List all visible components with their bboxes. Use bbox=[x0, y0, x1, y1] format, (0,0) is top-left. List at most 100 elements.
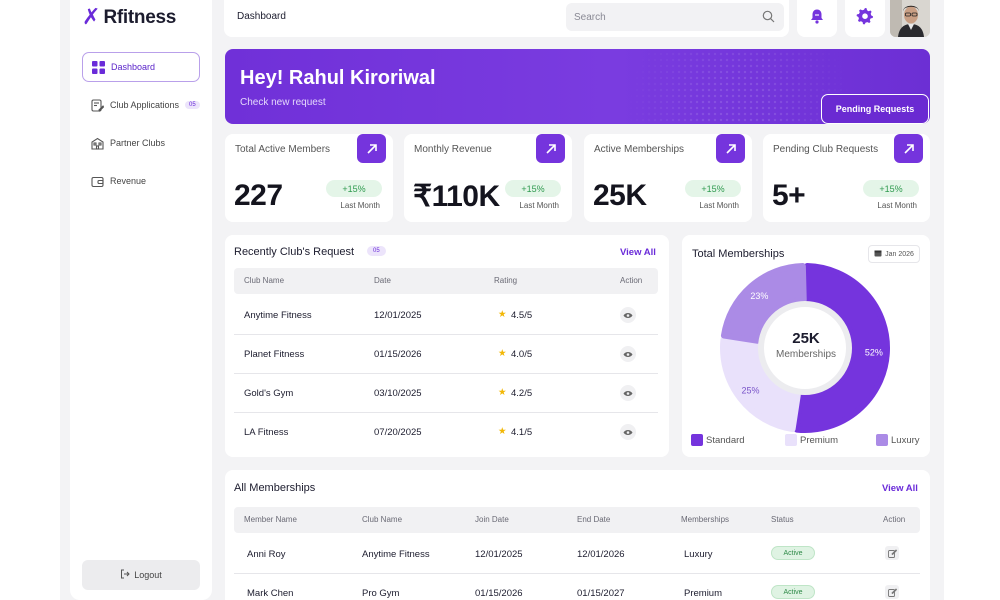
join-date: 12/01/2025 bbox=[475, 549, 523, 560]
arrow-up-right-icon[interactable] bbox=[357, 134, 386, 163]
donut-center: 25K Memberships bbox=[765, 330, 847, 360]
table-row[interactable]: Gold's Gym 03/10/2025 ★ 4.2/5 bbox=[234, 374, 658, 413]
search-icon[interactable] bbox=[762, 10, 775, 28]
donut-center-value: 25K bbox=[792, 330, 820, 347]
date-filter-chip[interactable]: Jan 2026 bbox=[868, 245, 920, 263]
memberships-view-all-link[interactable]: View All bbox=[882, 483, 918, 494]
donut-center-label: Memberships bbox=[775, 349, 837, 360]
notification-button[interactable] bbox=[797, 0, 837, 37]
status-badge: Active bbox=[771, 546, 815, 560]
legend-swatch bbox=[691, 434, 703, 446]
sidebar-item-label: Club Applications bbox=[110, 100, 180, 110]
stat-card-monthly-revenue: Monthly Revenue ₹110K +15% Last Month bbox=[404, 134, 572, 222]
stat-label: Total Active Members bbox=[235, 144, 331, 155]
gear-icon bbox=[856, 7, 874, 30]
requests-view-all-link[interactable]: View All bbox=[620, 247, 656, 258]
star-icon: ★ bbox=[498, 348, 507, 359]
request-date: 01/15/2026 bbox=[374, 349, 422, 360]
donut-slice-label: 52% bbox=[865, 347, 883, 357]
building-icon bbox=[90, 136, 104, 150]
column-header: Member Name bbox=[244, 515, 297, 524]
request-date: 12/01/2025 bbox=[374, 310, 422, 321]
view-eye-icon[interactable] bbox=[620, 346, 636, 362]
user-avatar[interactable] bbox=[890, 0, 930, 37]
stat-period: Last Month bbox=[519, 201, 559, 210]
column-header: Status bbox=[771, 515, 794, 524]
stat-label: Active Memberships bbox=[594, 144, 685, 155]
stat-period: Last Month bbox=[699, 201, 739, 210]
legend-swatch bbox=[785, 434, 797, 446]
view-eye-icon[interactable] bbox=[620, 307, 636, 323]
view-eye-icon[interactable] bbox=[620, 424, 636, 440]
sidebar-item-club-applications[interactable]: Club Applications 05 bbox=[82, 90, 200, 120]
column-header: Action bbox=[620, 276, 643, 285]
column-header: Rating bbox=[494, 276, 518, 285]
welcome-greeting: Hey! Rahul Kiroriwal bbox=[240, 67, 436, 89]
legend-luxury: Luxury bbox=[876, 434, 920, 446]
star-icon: ★ bbox=[498, 426, 507, 437]
edit-icon[interactable] bbox=[885, 546, 899, 560]
wallet-icon bbox=[90, 174, 104, 188]
arrow-up-right-icon[interactable] bbox=[716, 134, 745, 163]
all-memberships-title: All Memberships bbox=[234, 482, 316, 494]
club-name: Pro Gym bbox=[362, 588, 400, 599]
legend-standard: Standard bbox=[691, 434, 745, 446]
date-filter-label: Jan 2026 bbox=[885, 250, 914, 258]
pending-requests-button[interactable]: Pending Requests bbox=[821, 94, 929, 124]
rating-value: 4.0/5 bbox=[511, 349, 533, 360]
column-header: Join Date bbox=[475, 515, 509, 524]
legend-premium: Premium bbox=[785, 434, 838, 446]
club-name: Gold's Gym bbox=[244, 388, 294, 399]
settings-button[interactable] bbox=[845, 0, 885, 37]
column-header: Date bbox=[374, 276, 391, 285]
legend-label: Premium bbox=[800, 434, 839, 446]
legend-label: Standard bbox=[706, 434, 745, 446]
end-date: 12/01/2026 bbox=[577, 549, 625, 560]
star-icon: ★ bbox=[498, 309, 507, 320]
column-header: Club Name bbox=[244, 276, 285, 285]
table-row[interactable]: LA Fitness 07/20/2025 ★ 4.1/5 bbox=[234, 413, 658, 452]
sidebar-item-dashboard[interactable]: Dashboard bbox=[82, 52, 200, 82]
membership-type: Luxury bbox=[684, 549, 713, 560]
club-name: LA Fitness bbox=[244, 427, 289, 438]
search-placeholder: Search bbox=[574, 11, 606, 23]
column-header: Action bbox=[883, 515, 906, 524]
stat-value: 227 bbox=[234, 179, 283, 212]
table-row[interactable]: Anni Roy Anytime Fitness 12/01/2025 12/0… bbox=[234, 535, 920, 574]
arrow-up-right-icon[interactable] bbox=[894, 134, 923, 163]
stat-period: Last Month bbox=[340, 201, 380, 210]
logout-label: Logout bbox=[134, 570, 162, 580]
club-name: Planet Fitness bbox=[244, 349, 305, 360]
view-eye-icon[interactable] bbox=[620, 385, 636, 401]
logout-button[interactable]: Logout bbox=[82, 560, 200, 590]
request-date: 07/20/2025 bbox=[374, 427, 422, 438]
rating-value: 4.2/5 bbox=[511, 388, 533, 399]
total-memberships-title: Total Memberships bbox=[692, 248, 785, 260]
sidebar-item-revenue[interactable]: Revenue bbox=[82, 166, 200, 196]
logo-mark-icon: ✗ bbox=[82, 5, 101, 30]
sidebar-item-partner-clubs[interactable]: Partner Clubs bbox=[82, 128, 200, 158]
brand-logo[interactable]: ✗ Rfitness bbox=[82, 6, 176, 30]
welcome-subtitle: Check new request bbox=[240, 97, 326, 108]
table-row[interactable]: Anytime Fitness 12/01/2025 ★ 4.5/5 bbox=[234, 296, 658, 335]
legend-label: Luxury bbox=[891, 434, 920, 446]
column-header: Club Name bbox=[362, 515, 403, 524]
sidebar-item-label: Partner Clubs bbox=[110, 138, 166, 148]
table-row[interactable]: Planet Fitness 01/15/2026 ★ 4.0/5 bbox=[234, 335, 658, 374]
stat-change-badge: +15% bbox=[326, 180, 382, 197]
logout-icon bbox=[120, 569, 130, 581]
stat-card-active-memberships: Active Memberships 25K +15% Last Month bbox=[584, 134, 752, 222]
rating-value: 4.1/5 bbox=[511, 427, 533, 438]
edit-icon[interactable] bbox=[885, 585, 899, 599]
search-input[interactable]: Search bbox=[566, 3, 784, 31]
table-row[interactable]: Mark Chen Pro Gym 01/15/2026 01/15/2027 … bbox=[234, 574, 920, 600]
arrow-up-right-icon[interactable] bbox=[536, 134, 565, 163]
club-name: Anytime Fitness bbox=[244, 310, 312, 321]
legend-swatch bbox=[876, 434, 888, 446]
stat-change-badge: +15% bbox=[685, 180, 741, 197]
membership-type: Premium bbox=[684, 588, 723, 599]
requests-count-badge: 05 bbox=[367, 246, 386, 256]
sidebar-item-label: Revenue bbox=[110, 176, 147, 186]
donut-slice-label: 25% bbox=[741, 385, 759, 395]
stat-label: Pending Club Requests bbox=[773, 144, 879, 155]
